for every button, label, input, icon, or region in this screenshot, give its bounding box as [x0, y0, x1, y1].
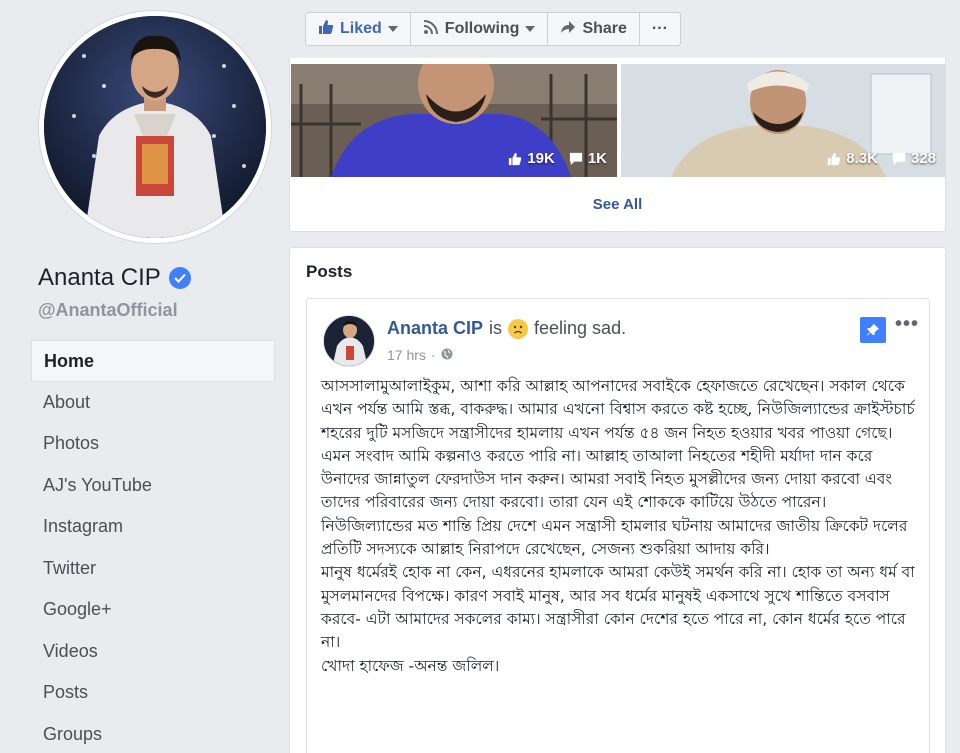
nav-item-posts[interactable]: Posts: [31, 672, 275, 714]
more-dots-icon: ···: [651, 20, 668, 37]
share-arrow-icon: [560, 19, 576, 40]
thumbs-up-icon: [509, 152, 522, 165]
post-header: Ananta CIP is feeling sad.: [387, 318, 626, 339]
post-is-text: is: [489, 318, 503, 338]
nav-item-groups[interactable]: Groups: [31, 714, 275, 753]
comment-icon: [892, 152, 906, 165]
left-column: Ananta CIP @AnantaOfficial Home About Ph…: [0, 0, 290, 753]
video-stats: 8.3K 328: [827, 150, 936, 167]
post-paragraph: আসসালামুআলাইকুম, আশা করি আল্লাহ আপনাদের …: [321, 377, 915, 559]
video-comments: 1K: [569, 150, 607, 167]
thumbs-up-icon: [828, 152, 841, 165]
page-name-row: Ananta CIP: [38, 264, 191, 292]
profile-picture[interactable]: [44, 16, 266, 238]
page-action-bar: Liked Following Share ···: [305, 12, 681, 46]
video-comments: 328: [892, 150, 936, 167]
video-stats: 19K 1K: [508, 150, 607, 167]
nav-item-instagram[interactable]: Instagram: [31, 506, 275, 548]
chevron-down-icon: [387, 26, 398, 32]
video-thumbnail[interactable]: 8.3K 328: [621, 64, 946, 177]
videos-card: 19K 1K 8.3K 328 See All: [289, 58, 946, 232]
post-author-avatar[interactable]: [323, 315, 375, 367]
post-paragraph: খোদা হাফেজ -অনন্ত জলিল।: [321, 656, 500, 675]
video-thumbnail[interactable]: 19K 1K: [291, 64, 617, 177]
nav-item-twitter[interactable]: Twitter: [31, 548, 275, 590]
more-button[interactable]: ···: [640, 13, 680, 45]
verified-badge-icon: [168, 267, 191, 289]
liked-label: Liked: [340, 20, 382, 37]
post: Ananta CIP is feeling sad. 17 hrs · ••• …: [306, 298, 930, 753]
nav-item-google-plus[interactable]: Google+: [31, 589, 275, 631]
posts-card: Posts Ananta CIP is feeling sad. 17 hrs …: [289, 247, 946, 753]
thumbs-up-icon: [318, 19, 334, 40]
following-label: Following: [444, 20, 520, 37]
nav-item-youtube[interactable]: AJ's YouTube: [31, 465, 275, 507]
profile-picture-frame[interactable]: [38, 10, 272, 244]
post-paragraph: মানুষ ধর্মেরই হোক না কেন, এধরনের হামলাকে…: [321, 563, 915, 652]
posts-section-title: Posts: [306, 262, 353, 281]
post-author-name[interactable]: Ananta CIP: [387, 318, 483, 339]
share-label: Share: [582, 20, 627, 37]
nav-item-home[interactable]: Home: [31, 340, 275, 382]
see-all-link[interactable]: See All: [290, 196, 945, 213]
nav-item-videos[interactable]: Videos: [31, 631, 275, 673]
nav-item-about[interactable]: About: [31, 382, 275, 424]
post-body: আসসালামুআলাইকুম, আশা করি আল্লাহ আপনাদের …: [321, 375, 917, 678]
post-timestamp[interactable]: 17 hrs ·: [387, 347, 453, 363]
nav-item-photos[interactable]: Photos: [31, 423, 275, 465]
page-handle[interactable]: @AnantaOfficial: [38, 300, 178, 321]
liked-button[interactable]: Liked: [306, 13, 411, 45]
page-name[interactable]: Ananta CIP: [38, 264, 161, 292]
page-nav: Home About Photos AJ's YouTube Instagram…: [31, 340, 275, 753]
rss-icon: [423, 19, 439, 40]
video-likes: 19K: [508, 150, 555, 167]
chevron-down-icon: [525, 26, 536, 32]
pin-icon[interactable]: [860, 317, 886, 343]
post-feeling: feeling sad.: [534, 318, 627, 338]
sad-face-emoji-icon: [508, 318, 529, 339]
comment-icon: [569, 152, 582, 165]
video-likes: 8.3K: [827, 150, 878, 167]
following-button[interactable]: Following: [411, 13, 549, 45]
post-options-icon[interactable]: •••: [895, 313, 919, 336]
share-button[interactable]: Share: [548, 13, 640, 45]
globe-icon: [441, 347, 453, 363]
